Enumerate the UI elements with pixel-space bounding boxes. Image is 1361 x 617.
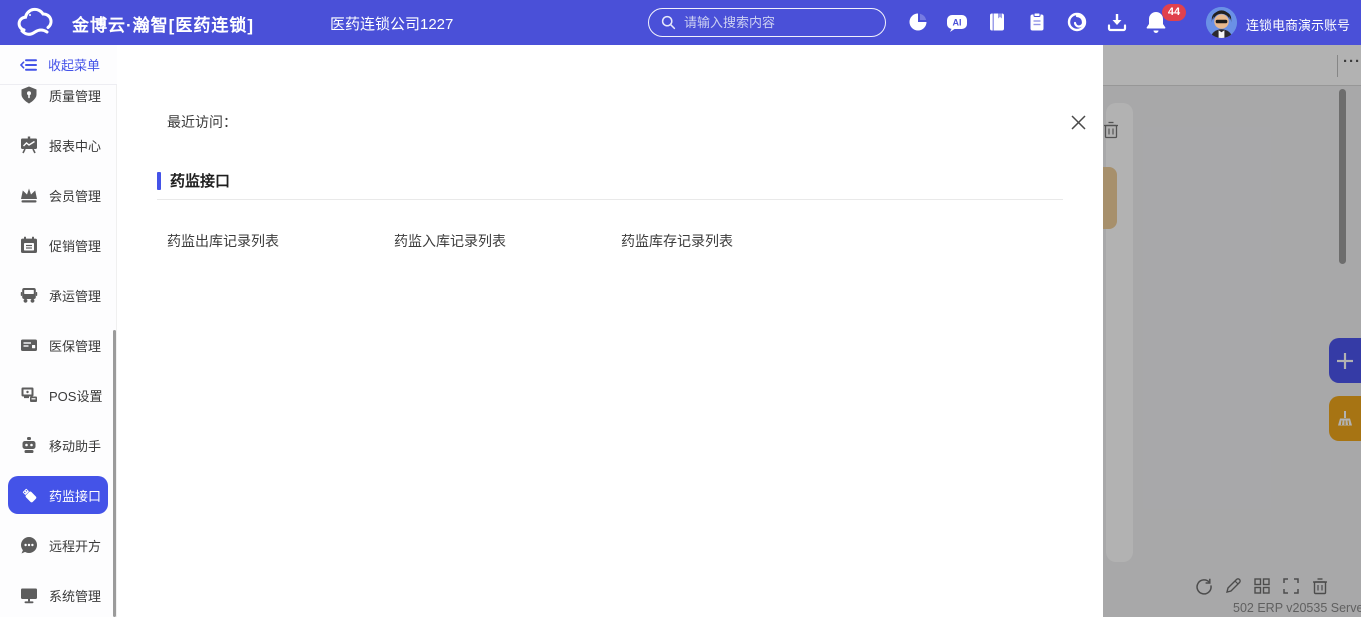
- sidebar-scrollbar[interactable]: [113, 330, 116, 617]
- sidebar-item-pos[interactable]: POS设置: [0, 370, 117, 420]
- brand-title: 金博云·瀚智[医药连锁]: [72, 11, 254, 36]
- chat-dots-icon: [20, 536, 38, 554]
- crown-icon: [20, 186, 38, 204]
- account-name[interactable]: 连锁电商演示账号: [1246, 15, 1350, 34]
- app-root: 金博云·瀚智[医药连锁] 医药连锁公司1227 AI: [0, 0, 1361, 617]
- recent-visits-panel: 最近访问： 药监接口 药监出库记录列表 药监入库记录列表 药监库存记录列表: [117, 45, 1103, 617]
- collapse-menu-icon: [20, 56, 38, 74]
- clipboard-icon[interactable]: [1027, 12, 1049, 34]
- sidebar: 收起菜单 质量管理 报表中心 会员管理 促销管理 承运管理: [0, 45, 117, 617]
- section-accent-bar: [157, 172, 161, 190]
- background-page: ··· 502 ERP v20535 Server: [1103, 45, 1361, 617]
- search-icon: [661, 15, 676, 30]
- download-icon[interactable]: [1107, 12, 1129, 34]
- link-outbound-records[interactable]: 药监出库记录列表: [167, 231, 394, 251]
- collapse-menu-label: 收起菜单: [48, 55, 100, 74]
- robot-icon: [20, 436, 38, 454]
- sidebar-item-quality[interactable]: 质量管理: [0, 85, 117, 120]
- sidebar-item-mobile-assistant[interactable]: 移动助手: [0, 420, 117, 470]
- svg-text:AI: AI: [953, 18, 962, 28]
- close-button[interactable]: [1067, 111, 1089, 133]
- notification-badge: 44: [1162, 4, 1186, 21]
- sidebar-item-remote-prescription[interactable]: 远程开方: [0, 520, 117, 570]
- sidebar-item-members[interactable]: 会员管理: [0, 170, 117, 220]
- sidebar-item-reports[interactable]: 报表中心: [0, 120, 117, 170]
- sidebar-menu: 质量管理 报表中心 会员管理 促销管理 承运管理 医保管理: [0, 85, 117, 617]
- monitor-icon: [20, 586, 38, 604]
- report-board-icon: [20, 136, 38, 154]
- sidebar-item-carriers[interactable]: 承运管理: [0, 270, 117, 320]
- pie-chart-icon[interactable]: [908, 12, 930, 34]
- ai-assistant-icon[interactable]: AI: [946, 12, 968, 34]
- section-title: 药监接口: [170, 170, 230, 191]
- sidebar-item-drug-interface[interactable]: 药监接口: [0, 470, 117, 520]
- collapse-menu-button[interactable]: 收起菜单: [0, 45, 117, 85]
- pos-terminal-icon: [20, 386, 38, 404]
- promo-calendar-icon: [20, 236, 38, 254]
- link-inbound-records[interactable]: 药监入库记录列表: [394, 231, 621, 251]
- handbook-icon[interactable]: [987, 12, 1009, 34]
- service-swirl-icon[interactable]: [1067, 12, 1089, 34]
- company-title: 医药连锁公司1227: [330, 13, 453, 34]
- close-icon: [1070, 114, 1087, 131]
- overlay-mask[interactable]: [1103, 45, 1361, 617]
- shield-icon: [20, 86, 38, 104]
- sidebar-item-insurance[interactable]: 医保管理: [0, 320, 117, 370]
- section-divider: [157, 199, 1063, 200]
- avatar[interactable]: [1206, 7, 1237, 38]
- insurance-card-icon: [20, 336, 38, 354]
- truck-icon: [20, 286, 38, 304]
- sidebar-item-system[interactable]: 系统管理: [0, 570, 117, 617]
- top-header: 金博云·瀚智[医药连锁] 医药连锁公司1227 AI: [0, 0, 1361, 45]
- recent-links: 药监出库记录列表 药监入库记录列表 药监库存记录列表: [167, 231, 848, 251]
- link-inventory-records[interactable]: 药监库存记录列表: [621, 231, 848, 251]
- app-logo-icon: [16, 4, 56, 42]
- search-input[interactable]: [684, 15, 864, 30]
- global-search[interactable]: [648, 8, 886, 37]
- recent-visits-label: 最近访问：: [167, 112, 237, 132]
- usb-drive-icon: [20, 486, 38, 504]
- sidebar-item-promotions[interactable]: 促销管理: [0, 220, 117, 270]
- section-header: 药监接口: [157, 170, 230, 191]
